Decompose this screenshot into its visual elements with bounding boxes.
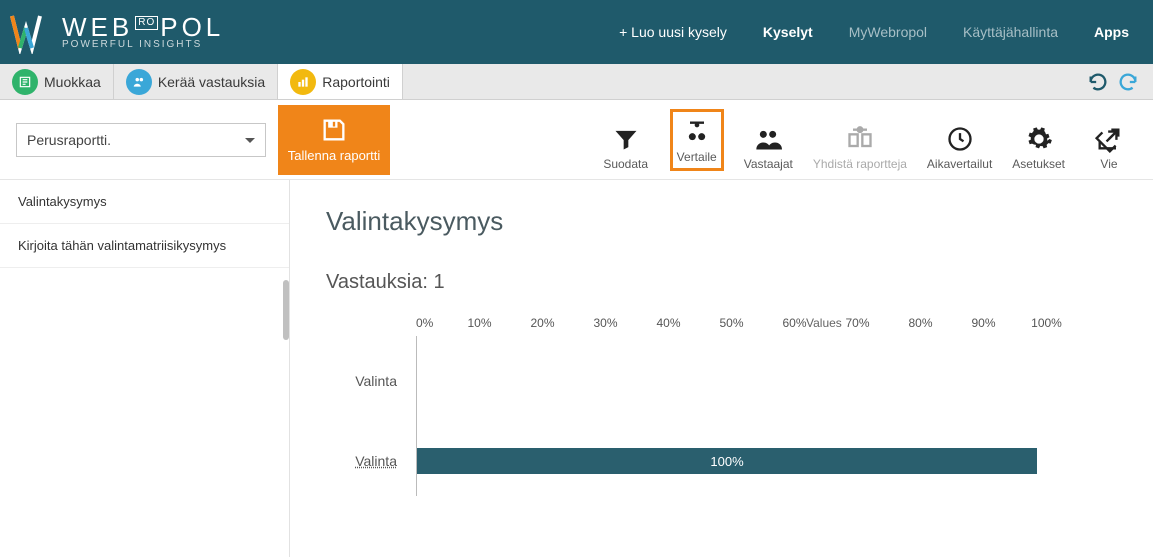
export-icon (1095, 125, 1123, 153)
bar-1: 100% (417, 448, 1037, 474)
report-content: Valintakysymys Vastauksia: 1 Values 0% 1… (290, 180, 1153, 557)
merge-reports-button[interactable]: Yhdistä raportteja (813, 125, 907, 171)
respondents-button[interactable]: Vastaajat (744, 125, 793, 171)
save-report-button[interactable]: Tallenna raportti (278, 105, 390, 175)
filter-button[interactable]: Suodata (602, 125, 650, 171)
sidebar-item-q2[interactable]: Kirjoita tähän valintamatriisikysymys (0, 224, 289, 268)
top-header: WEBROPOL POWERFUL INSIGHTS + Luo uusi ky… (0, 0, 1153, 64)
tick: 30% (574, 316, 637, 330)
question-title: Valintakysymys (326, 206, 1123, 237)
export-label: Vie (1100, 157, 1117, 171)
logo: WEBROPOL POWERFUL INSIGHTS (8, 10, 224, 54)
collect-icon (126, 69, 152, 95)
tick: 0% (416, 316, 448, 330)
tab-edit[interactable]: Muokkaa (0, 64, 114, 99)
respondents-icon (754, 125, 782, 153)
save-report-label: Tallenna raportti (288, 148, 381, 163)
tab-report-label: Raportointi (322, 74, 390, 90)
edit-icon (12, 69, 38, 95)
tab-collect-label: Kerää vastauksia (158, 74, 265, 90)
export-button[interactable]: Vie (1085, 125, 1133, 171)
bar-label-1: Valinta (317, 453, 397, 469)
answers-label-text: Vastauksia: (326, 271, 428, 293)
filter-label: Suodata (603, 157, 648, 171)
tab-edit-label: Muokkaa (44, 74, 101, 90)
clock-icon (946, 125, 974, 153)
report-toolbar: Perusraportti. Tallenna raportti Suodata… (0, 100, 1153, 180)
nav-mywebropol[interactable]: MyWebropol (849, 24, 927, 40)
main-area: Valintakysymys Kirjoita tähän valintamat… (0, 180, 1153, 557)
merge-icon (846, 125, 874, 153)
nav-create-survey[interactable]: + Luo uusi kysely (619, 24, 727, 40)
settings-label: Asetukset (1012, 157, 1065, 171)
tick: 10% (448, 316, 511, 330)
report-select-value: Perusraportti. (27, 132, 111, 148)
nav-apps[interactable]: Apps (1094, 24, 1129, 40)
nav-admin[interactable]: Käyttäjähallinta (963, 24, 1058, 40)
logo-tagline: POWERFUL INSIGHTS (62, 40, 224, 50)
compare-icon (683, 118, 711, 146)
compare-label: Vertaile (677, 150, 717, 164)
question-sidebar: Valintakysymys Kirjoita tähän valintamat… (0, 180, 290, 557)
respondents-label: Vastaajat (744, 157, 793, 171)
merge-label: Yhdistä raportteja (813, 157, 907, 171)
time-compare-label: Aikavertailut (927, 157, 992, 171)
tick: 90% (952, 316, 1015, 330)
chart-values-label: Values (806, 316, 842, 330)
sidebar-item-label: Kirjoita tähän valintamatriisikysymys (18, 238, 226, 253)
time-compare-button[interactable]: Aikavertailut (927, 125, 992, 171)
tab-collect[interactable]: Kerää vastauksia (114, 64, 278, 99)
nav-surveys[interactable]: Kyselyt (763, 24, 813, 40)
chart-plot: Valinta Valinta 100% (416, 336, 1123, 496)
answers-count-value: 1 (433, 271, 444, 293)
tick: 20% (511, 316, 574, 330)
top-nav: + Luo uusi kysely Kyselyt MyWebropol Käy… (619, 24, 1129, 40)
tick: 80% (889, 316, 952, 330)
report-icon (290, 69, 316, 95)
compare-button[interactable]: Vertaile (670, 109, 724, 171)
undo-icon[interactable] (1087, 71, 1109, 93)
bar-value-1: 100% (710, 454, 743, 469)
save-icon (320, 116, 348, 144)
chart: Values 0% 10% 20% 30% 40% 50% 60% 70% 80… (326, 316, 1123, 496)
tab-report[interactable]: Raportointi (278, 64, 403, 99)
tick: 100% (1015, 316, 1078, 330)
report-select-dropdown[interactable]: Perusraportti. (16, 123, 266, 157)
sidebar-item-q1[interactable]: Valintakysymys (0, 180, 289, 224)
tick: 50% (700, 316, 763, 330)
answers-count: Vastauksia: 1 (326, 271, 1123, 294)
sidebar-item-label: Valintakysymys (18, 194, 107, 209)
bar-label-0: Valinta (317, 373, 397, 389)
sidebar-scrollbar[interactable] (283, 280, 289, 340)
redo-icon[interactable] (1117, 71, 1139, 93)
settings-button[interactable]: Asetukset (1012, 125, 1065, 171)
gear-icon (1025, 125, 1053, 153)
tick: 40% (637, 316, 700, 330)
tab-row: Muokkaa Kerää vastauksia Raportointi (0, 64, 1153, 100)
logo-mark-icon (8, 10, 52, 54)
logo-text: WEBROPOL (62, 14, 224, 40)
chart-x-axis: 0% 10% 20% 30% 40% 50% 60% 70% 80% 90% 1… (416, 316, 1123, 330)
filter-icon (612, 125, 640, 153)
